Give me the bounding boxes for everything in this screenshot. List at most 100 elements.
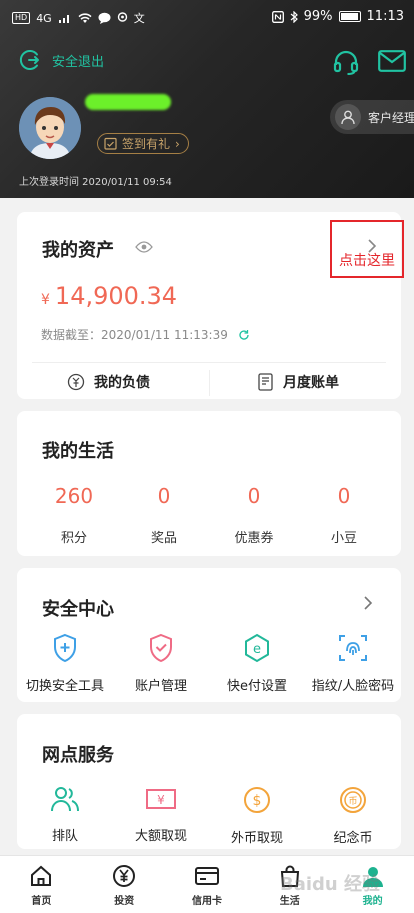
hd-badge: HD — [12, 12, 31, 24]
queue-service[interactable]: 排队 — [17, 785, 113, 846]
item-label: 切换安全工具 — [25, 679, 104, 694]
status-bar: HD 4G 文 99% 11:13 — [0, 0, 414, 36]
avatar[interactable] — [19, 97, 81, 159]
item-label: 指纹/人脸密码 — [311, 679, 395, 694]
divider — [32, 362, 386, 363]
chevron-right-icon[interactable] — [363, 595, 373, 611]
queue-icon — [51, 787, 79, 812]
debt-icon — [67, 373, 85, 391]
shield-plus-icon — [54, 633, 76, 663]
large-withdrawal[interactable]: ¥ 大额取现 — [113, 785, 209, 846]
life-card: 我的生活 260 积分 0 奖品 0 优惠券 0 小豆 — [17, 411, 401, 556]
battery-percent: 99% — [303, 9, 333, 24]
account-management[interactable]: 账户管理 — [113, 633, 209, 694]
bluetooth-icon — [290, 10, 298, 23]
branch-card: 网点服务 排队 ¥ 大额取现 $ 外币取现 币 纪念币 — [17, 714, 401, 849]
stat-value: 0 — [247, 484, 261, 508]
tab-credit-card[interactable]: 信用卡 — [166, 856, 249, 913]
stat-value: 0 — [157, 484, 171, 508]
life-title: 我的生活 — [42, 441, 114, 462]
signin-label: 签到有礼 — [122, 137, 171, 151]
dollar-coin-icon: $ — [244, 787, 270, 813]
avatar-illustration — [19, 97, 81, 159]
item-label: 纪念币 — [333, 831, 373, 846]
home-icon — [31, 865, 52, 886]
hexagon-e-icon: e — [245, 633, 269, 663]
coupons-stat[interactable]: 0 优惠券 — [209, 485, 299, 546]
item-label: 外币取现 — [230, 831, 283, 846]
stat-label: 奖品 — [150, 531, 177, 546]
watermark: Baidu 经验 — [280, 874, 381, 895]
cash-icon: ¥ — [146, 789, 176, 809]
account-manager-button[interactable]: 客户经理 — [330, 100, 414, 134]
prizes-stat[interactable]: 0 奖品 — [119, 485, 209, 546]
headset-icon[interactable] — [332, 48, 360, 76]
svg-text:币: 币 — [348, 796, 357, 807]
svg-text:¥: ¥ — [157, 793, 165, 807]
life-stats: 260 积分 0 奖品 0 优惠券 0 小豆 — [17, 485, 401, 546]
security-items: 切换安全工具 账户管理 e 快e付设置 指纹/人脸密码 — [17, 633, 401, 694]
refresh-icon[interactable] — [238, 329, 250, 341]
eye-icon[interactable] — [135, 241, 153, 253]
fingerprint-face-password[interactable]: 指纹/人脸密码 — [305, 633, 401, 694]
network-type: 4G — [36, 11, 52, 25]
tab-investment[interactable]: 投资 — [83, 856, 166, 913]
assets-title: 我的资产 — [42, 240, 114, 261]
mail-icon[interactable] — [378, 50, 406, 72]
total-assets: ¥ 14,900.34 — [41, 282, 177, 310]
card-icon — [194, 867, 219, 885]
security-card: 安全中心 切换安全工具 账户管理 e 快e付设置 指纹/人脸密码 — [17, 568, 401, 702]
chat-icon — [98, 12, 111, 24]
fingerprint-icon — [339, 635, 367, 661]
quick-pay-settings[interactable]: e 快e付设置 — [209, 633, 305, 694]
logout-label: 安全退出 — [52, 54, 105, 70]
profile-header: HD 4G 文 99% 11:13 安全退出 签到有礼 › 客户经理 上次登录时… — [0, 0, 414, 198]
stat-label: 积分 — [60, 531, 87, 546]
wifi-icon — [78, 12, 92, 23]
person-icon — [335, 104, 361, 130]
my-debt-button[interactable]: 我的负债 — [67, 372, 150, 392]
signin-reward-button[interactable]: 签到有礼 › — [97, 133, 189, 154]
item-label: 快e付设置 — [227, 679, 287, 694]
svg-text:$: $ — [253, 793, 262, 809]
item-label: 排队 — [51, 829, 78, 844]
commemorative-coin[interactable]: 币 纪念币 — [305, 785, 401, 846]
data-date-label: 数据截至：2020/01/11 11:13:39 — [41, 328, 228, 342]
stat-value: 0 — [337, 484, 351, 508]
battery-icon — [338, 11, 361, 22]
switch-security-tool[interactable]: 切换安全工具 — [17, 633, 113, 694]
asset-amount: 14,900.34 — [54, 282, 178, 310]
app-icon: 文 — [133, 12, 145, 25]
foreign-currency-withdrawal[interactable]: $ 外币取现 — [209, 785, 305, 846]
signal-icon — [58, 14, 69, 23]
stat-label: 小豆 — [330, 531, 357, 546]
last-login-time: 上次登录时间 2020/01/11 09:54 — [19, 177, 172, 188]
calendar-check-icon — [104, 137, 117, 150]
branch-items: 排队 ¥ 大额取现 $ 外币取现 币 纪念币 — [17, 785, 401, 846]
branch-title: 网点服务 — [42, 745, 114, 766]
annotation-box: 点击这里 — [330, 220, 404, 278]
debt-label: 我的负债 — [94, 375, 150, 391]
currency-symbol: ¥ — [41, 292, 50, 308]
nfc-icon — [271, 10, 284, 23]
location-icon — [117, 12, 127, 22]
beans-stat[interactable]: 0 小豆 — [299, 485, 389, 546]
points-stat[interactable]: 260 积分 — [29, 485, 119, 546]
tab-label: 投资 — [114, 896, 135, 907]
stat-value: 260 — [54, 484, 94, 508]
clock: 11:13 — [366, 9, 404, 24]
data-timestamp: 数据截至：2020/01/11 11:13:39 — [41, 326, 250, 343]
stat-label: 优惠券 — [234, 531, 274, 546]
yuan-icon — [113, 865, 136, 887]
username-redacted — [85, 94, 171, 110]
tab-home[interactable]: 首页 — [0, 856, 83, 913]
divider — [209, 370, 210, 396]
tab-label: 信用卡 — [191, 896, 222, 907]
chevron-right-icon: › — [175, 136, 180, 151]
manager-label: 客户经理 — [368, 110, 414, 125]
monthly-bill-button[interactable]: 月度账单 — [258, 372, 339, 392]
logout-button[interactable]: 安全退出 — [18, 48, 104, 72]
bill-label: 月度账单 — [283, 375, 339, 391]
security-title: 安全中心 — [42, 599, 114, 620]
shield-check-icon — [150, 633, 172, 663]
